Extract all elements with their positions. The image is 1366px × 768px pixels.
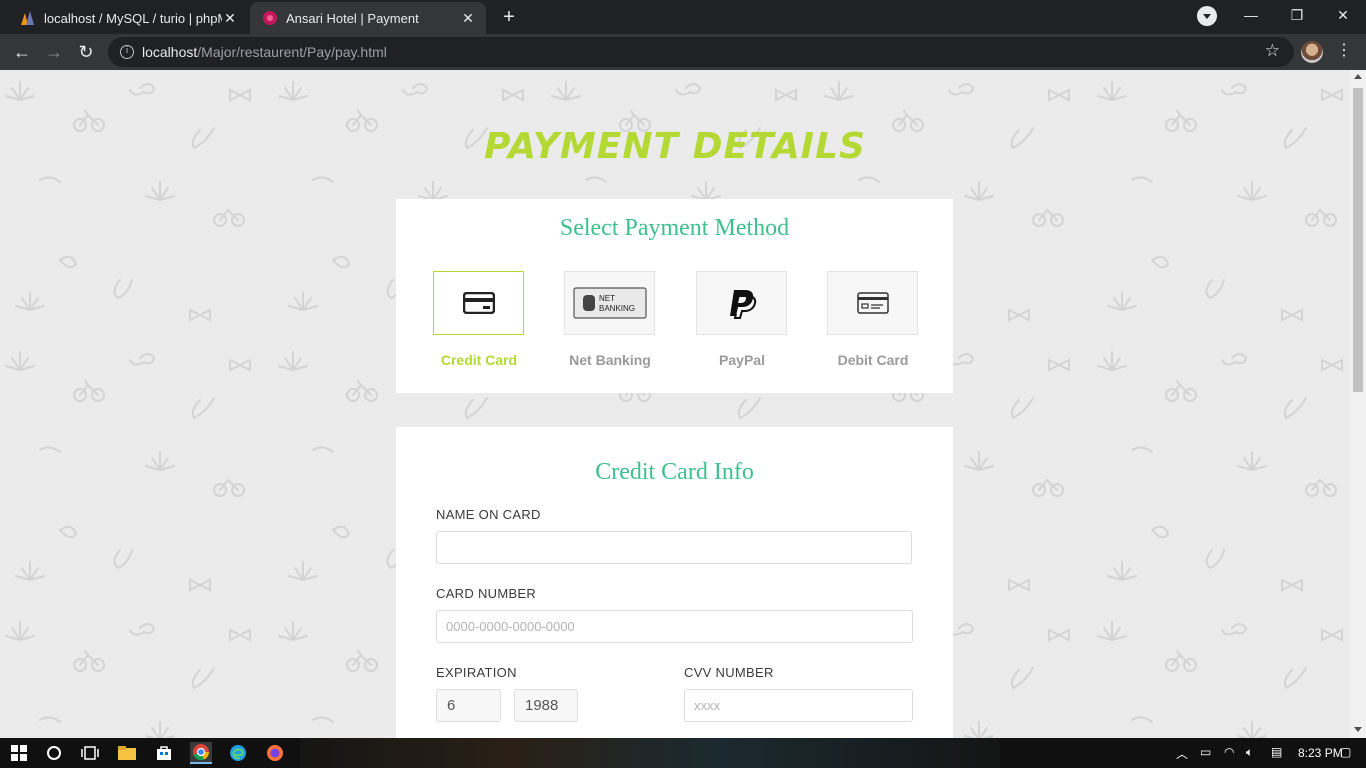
cvv-label: CVV NUMBER xyxy=(684,665,774,680)
new-tab-button[interactable]: + xyxy=(496,5,522,31)
close-window-button[interactable]: ✕ xyxy=(1320,0,1366,32)
battery-icon[interactable]: ▭ xyxy=(1200,745,1211,759)
browser-tab-strip: localhost / MySQL / turio | phpM ✕ Ansar… xyxy=(0,0,1366,34)
method-debit-card[interactable]: Debit Card xyxy=(827,271,919,368)
firefox-icon[interactable] xyxy=(264,742,286,764)
tab-search-icon[interactable] xyxy=(1197,6,1217,26)
method-net-banking[interactable]: NET BANKING Net Banking xyxy=(564,271,656,368)
debit-card-icon xyxy=(856,292,889,314)
page-scrollbar[interactable] xyxy=(1350,70,1366,738)
method-section-title: Select Payment Method xyxy=(559,215,790,241)
method-credit-card[interactable]: Credit Card xyxy=(433,271,525,368)
minimize-button[interactable]: — xyxy=(1228,0,1274,32)
net-badge-line2: BANKING xyxy=(599,304,635,313)
windows-start-icon[interactable] xyxy=(8,742,30,764)
expiration-year-select[interactable]: 1988 xyxy=(514,689,578,722)
close-icon[interactable]: ✕ xyxy=(222,10,238,27)
wallpaper-strip xyxy=(300,738,1000,768)
tab-phpmyadmin[interactable]: localhost / MySQL / turio | phpM ✕ xyxy=(8,2,248,34)
credit-card-icon xyxy=(462,292,495,314)
method-paypal[interactable]: PayPal xyxy=(696,271,788,368)
edge-icon[interactable] xyxy=(227,742,249,764)
net-badge-line1: NET xyxy=(599,294,615,303)
method-label: Credit Card xyxy=(440,352,518,368)
reload-icon[interactable]: ↻ xyxy=(72,38,100,66)
forward-icon[interactable]: → xyxy=(40,38,68,66)
expiration-label: EXPIRATION xyxy=(436,665,517,680)
file-explorer-icon[interactable] xyxy=(116,742,138,764)
restore-button[interactable]: ❐ xyxy=(1274,0,1320,32)
page-viewport: PAYMENT DETAILS Select Payment Method Cr… xyxy=(0,70,1350,738)
card-number-label: CARD NUMBER xyxy=(436,586,537,601)
card-number-input[interactable]: 0000-0000-0000-0000 xyxy=(436,610,913,643)
name-on-card-label: NAME ON CARD xyxy=(436,507,541,522)
cvv-input[interactable]: xxxx xyxy=(684,689,913,722)
address-bar[interactable]: i localhost/Major/restaurent/Pay/pay.htm… xyxy=(108,37,1294,67)
back-icon[interactable]: ← xyxy=(8,38,36,66)
phpmyadmin-icon xyxy=(21,11,34,25)
clock[interactable]: 8:23 PM xyxy=(1298,746,1343,760)
tab-title: localhost / MySQL / turio | phpM xyxy=(44,10,222,26)
menu-icon[interactable]: ⋮ xyxy=(1336,40,1352,60)
page-title: PAYMENT DETAILS xyxy=(484,126,866,167)
paypal-icon xyxy=(729,290,756,319)
bookmark-star-icon[interactable]: ☆ xyxy=(1265,41,1280,61)
search-icon[interactable] xyxy=(43,742,65,764)
expiration-month-select[interactable]: 6 xyxy=(436,689,501,722)
scroll-thumb[interactable] xyxy=(1353,88,1363,392)
scroll-down-icon[interactable] xyxy=(1354,727,1362,732)
tab-title: Ansari Hotel | Payment xyxy=(286,10,419,26)
net-banking-icon: NET BANKING xyxy=(572,287,647,319)
store-icon[interactable] xyxy=(153,742,175,764)
method-label: Net Banking xyxy=(569,352,651,368)
browser-toolbar: ← → ↻ i localhost/Major/restaurent/Pay/p… xyxy=(0,34,1366,70)
wifi-icon[interactable]: ◠ xyxy=(1224,745,1234,759)
profile-avatar[interactable] xyxy=(1301,41,1323,63)
close-icon[interactable]: ✕ xyxy=(460,10,476,27)
taskbar: ︿ ▭ ◠ 🔈︎ ▤ 8:23 PM ▢ xyxy=(0,738,1366,768)
method-label: Debit Card xyxy=(837,352,909,368)
action-center-icon[interactable]: ▢ xyxy=(1340,745,1351,759)
form-title: Credit Card Info xyxy=(595,459,754,485)
scroll-up-icon[interactable] xyxy=(1354,74,1362,79)
info-icon[interactable]: i xyxy=(120,45,134,59)
volume-icon[interactable]: 🔈︎ xyxy=(1246,745,1253,760)
url-host: localhost xyxy=(142,44,198,60)
tab-payment[interactable]: Ansari Hotel | Payment ✕ xyxy=(250,2,486,34)
task-view-icon[interactable] xyxy=(79,742,101,764)
chrome-icon[interactable] xyxy=(190,742,212,764)
notification-icon[interactable]: ▤ xyxy=(1271,745,1282,759)
method-label: PayPal xyxy=(719,352,765,368)
url-path: /Major/restaurent/Pay/pay.html xyxy=(197,44,387,60)
payment-method-panel: Select Payment Method Credit Card NET BA… xyxy=(396,199,953,393)
hotel-favicon-icon xyxy=(263,11,277,25)
tray-chevron-icon[interactable]: ︿ xyxy=(1176,745,1188,762)
credit-card-form: Credit Card Info NAME ON CARD CARD NUMBE… xyxy=(396,427,953,738)
name-on-card-input[interactable] xyxy=(436,531,912,564)
